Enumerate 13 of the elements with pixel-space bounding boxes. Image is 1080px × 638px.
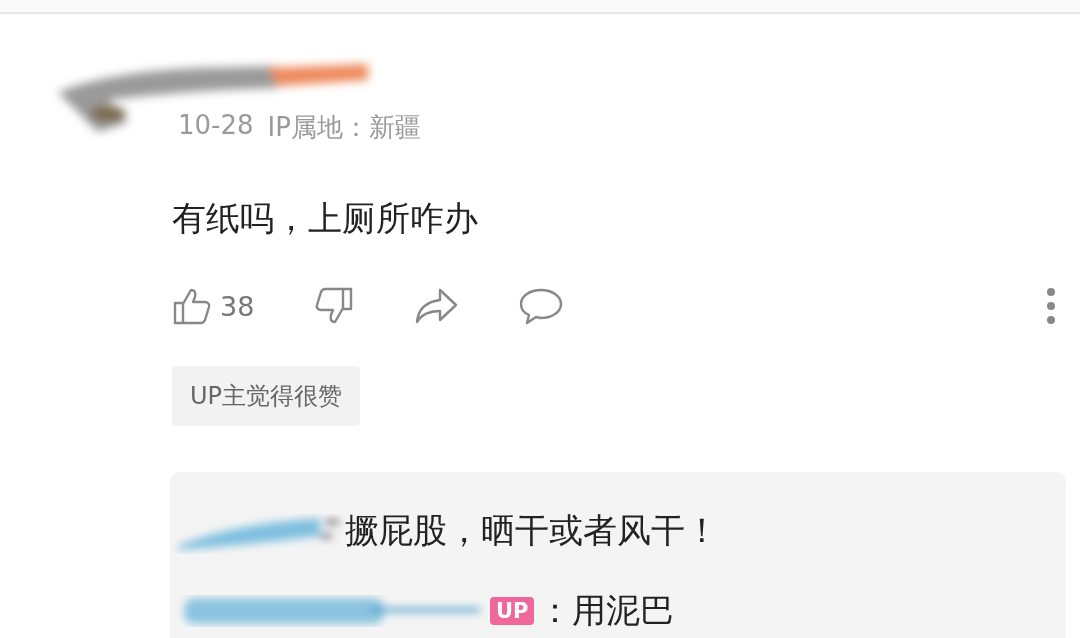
ip-location: IP属地：新疆 bbox=[267, 111, 421, 144]
reply-bubble-icon[interactable] bbox=[518, 286, 565, 326]
comment-text: 有纸吗，上厕所咋办 bbox=[172, 197, 479, 240]
up-liked-tag: UP主觉得很赞 bbox=[172, 366, 361, 426]
thumbs-down-icon[interactable] bbox=[314, 286, 355, 326]
thumbs-up-icon[interactable] bbox=[172, 286, 212, 326]
reply-text: 撅屁股，晒干或者风干！ bbox=[345, 509, 719, 552]
more-options-icon[interactable] bbox=[1046, 287, 1056, 325]
reply-text: ：用泥巴 bbox=[538, 589, 675, 632]
comment-date: 10-28 bbox=[178, 110, 254, 142]
like-count: 38 bbox=[220, 290, 255, 322]
share-icon[interactable] bbox=[414, 286, 459, 326]
up-badge: UP bbox=[490, 597, 535, 625]
